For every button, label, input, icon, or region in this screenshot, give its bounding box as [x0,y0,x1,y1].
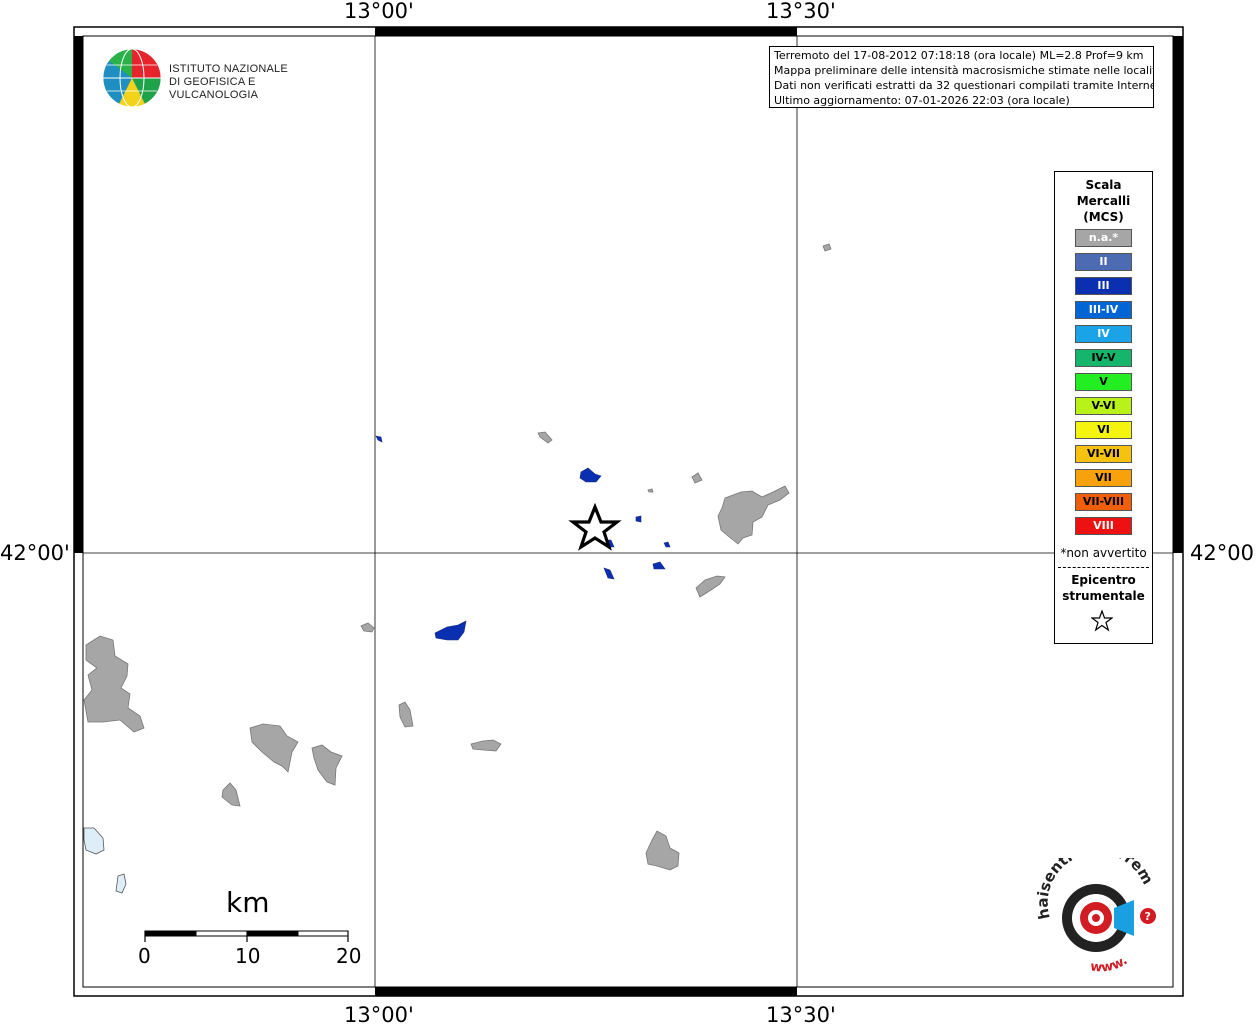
legend-chip: VI-VII [1075,445,1132,463]
ingv-logo: ISTITUTO NAZIONALE DI GEOFISICA E VULCAN… [101,47,331,109]
area-iii-small-1 [635,515,642,523]
frame-bar-left [74,36,83,553]
area-iii-edge [375,435,383,443]
map-frame-inner [82,35,1174,988]
area-north-2 [691,472,703,484]
scale-label-0: 0 [138,944,151,968]
scale-bar [144,930,349,942]
legend-not-felt-note: *non avvertito [1060,546,1147,560]
scale-label-20: 20 [336,944,362,968]
area-center-south-1 [398,701,414,728]
area-near-gridline [360,622,375,633]
globe-icon [102,48,162,108]
legend-title-line3: (MCS) [1083,210,1124,224]
event-info-line3: Dati non verificati estratti da 32 quest… [774,79,1154,92]
lon-label-bottom-right: 13°30' [766,1003,836,1027]
frame-bar-right [1173,36,1183,553]
legend-chip: VII [1075,469,1132,487]
ingv-name-line1: ISTITUTO NAZIONALE [169,63,288,75]
lake-1 [83,827,105,855]
scale-segment-4 [297,930,349,937]
area-east-small [695,575,726,598]
frame-bar-top [375,27,797,36]
mcs-legend: Scala Mercalli (MCS) n.a.* II III III-IV IV I… [1054,171,1153,644]
legend-title-line2: Mercalli [1076,194,1131,208]
legend-chip: V [1075,373,1132,391]
scale-segment-1 [144,930,197,937]
svg-text:www.: www. [1089,953,1130,975]
legend-chip: VI [1075,421,1132,439]
legend-chip: III-IV [1075,301,1132,319]
ingv-name-line2: DI GEOFISICA E VULCANOLOGIA [169,76,259,101]
lakes [83,827,127,894]
area-iii-north [579,467,602,483]
legend-divider [1058,567,1149,568]
municipalities-intensity-III [375,435,671,641]
legend-chip: II [1075,253,1132,271]
haisentito-emblem-icon: ? haisentitoilterremoto.it www. [1025,839,1157,975]
area-south-bottom [645,830,680,871]
legend-chip: VIII [1075,517,1132,535]
svg-text:?: ? [1145,910,1151,923]
scale-segment-3 [246,930,299,937]
area-north-1 [537,431,553,444]
legend-title-line1: Scala [1085,178,1122,192]
scale-unit: km [226,886,270,919]
area-east-large [717,485,790,545]
ingv-name: ISTITUTO NAZIONALE DI GEOFISICA E VULCAN… [169,63,331,102]
legend-epicenter-line2: strumentale [1062,589,1145,603]
legend-epicenter-title: Epicentro strumentale [1055,572,1152,604]
lat-label-left: 42°00' [0,541,70,565]
legend-chip: IV-V [1075,349,1132,367]
event-info-line4: Ultimo aggiornamento: 07-01-2026 22:03 (… [774,94,1070,107]
haisentito-www-text: www. [1089,953,1130,975]
area-west-large [83,635,145,733]
scale-segment-2 [195,930,248,937]
legend-chip: VII-VIII [1075,493,1132,511]
frame-bar-bottom [375,987,797,996]
legend-chip: n.a.* [1075,229,1132,247]
map-frame-outer [73,26,1184,997]
legend-chip: III [1075,277,1132,295]
area-iii-small-2 [663,541,671,548]
area-southwest-2 [311,744,343,786]
legend-chip: IV [1075,325,1132,343]
event-info-line1: Terremoto del 17-08-2012 07:18:18 (ora l… [774,49,1144,62]
area-northeast-dot [822,243,832,252]
area-southwest-1 [249,723,299,773]
lon-label-top-right: 13°30' [766,0,836,23]
area-iii-south-2 [652,561,666,570]
area-tiny-1 [647,488,654,493]
lake-2 [115,873,127,894]
legend-epicenter-line1: Epicentro [1071,573,1136,587]
lat-label-right: 42°00' [1190,541,1256,565]
scale-label-10: 10 [235,944,261,968]
event-info-box: Terremoto del 17-08-2012 07:18:18 (ora l… [769,46,1154,108]
area-iii-south-1 [603,567,615,580]
area-iii-west [434,620,467,641]
legend-title: Scala Mercalli (MCS) [1055,177,1152,225]
area-center-south-2 [470,739,502,752]
legend-star-icon [1091,610,1113,632]
municipalities-not-available [83,243,832,871]
event-info-line2: Mappa preliminare delle intensità macros… [774,64,1154,77]
area-southwest-3 [221,782,241,807]
legend-chip: V-VI [1075,397,1132,415]
lon-label-top-left: 13°00' [344,0,414,23]
lon-label-bottom-left: 13°00' [344,1003,414,1027]
haisentito-logo: ? haisentitoilterremoto.it www. [1025,839,1170,978]
